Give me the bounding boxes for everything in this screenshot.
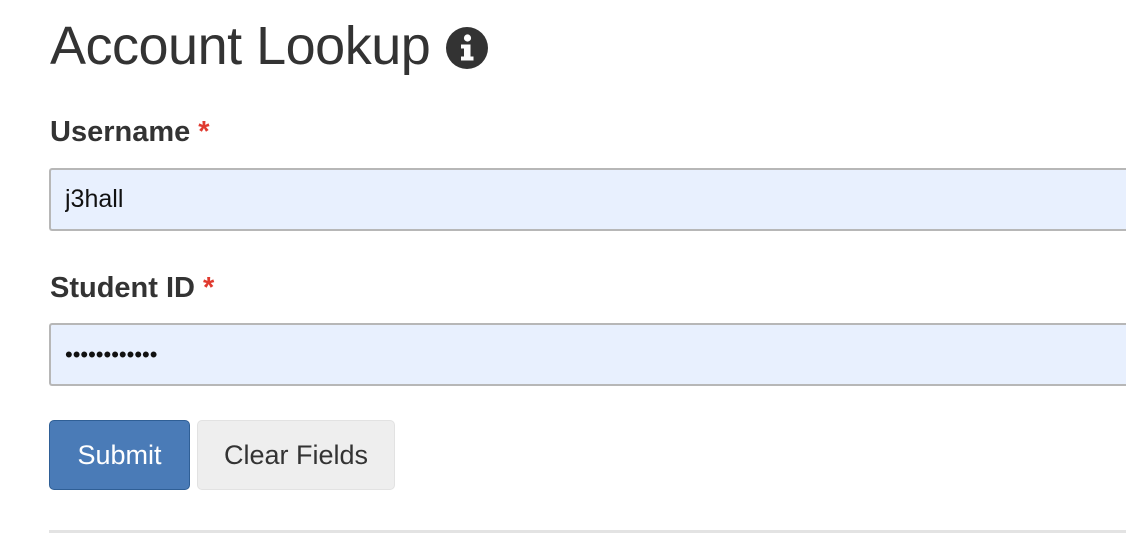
submit-button[interactable]: Submit: [49, 420, 190, 490]
student-id-label: Student ID *: [50, 271, 214, 305]
page-header: Account Lookup: [50, 14, 489, 78]
username-label: Username *: [50, 115, 210, 149]
clear-fields-button[interactable]: Clear Fields: [197, 420, 395, 490]
student-id-label-text: Student ID: [50, 272, 195, 304]
username-label-text: Username: [50, 116, 191, 148]
info-circle-icon[interactable]: [446, 27, 489, 69]
page-title: Account Lookup: [50, 16, 431, 76]
student-id-input[interactable]: [49, 323, 1126, 386]
username-required-marker: *: [198, 116, 210, 148]
student-id-required-marker: *: [203, 272, 215, 304]
username-input[interactable]: [49, 168, 1126, 231]
divider: [49, 530, 1126, 533]
info-circle-icon-graphic: [446, 27, 489, 69]
account-lookup-page: Account Lookup Username* Student ID* Sub…: [0, 0, 1126, 536]
